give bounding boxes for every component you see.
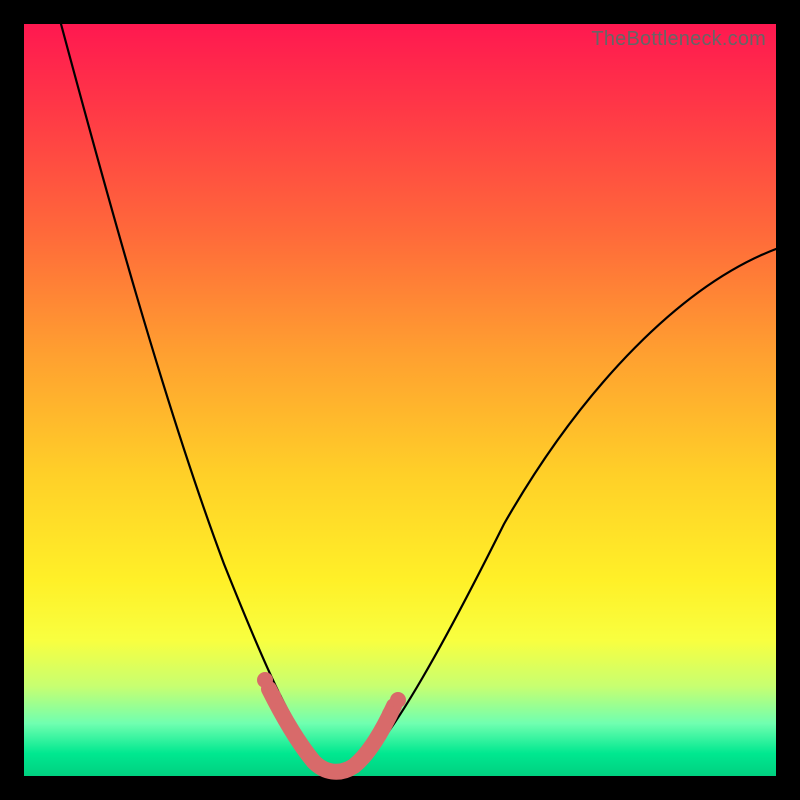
outer-frame: TheBottleneck.com <box>0 0 800 800</box>
bottleneck-curve-line <box>61 24 776 772</box>
marker-dot-icon <box>265 688 281 704</box>
optimum-marker-stroke <box>269 689 394 772</box>
marker-dot-icon <box>257 672 273 688</box>
chart-svg <box>24 24 776 776</box>
marker-dot-icon <box>390 692 406 708</box>
plot-area: TheBottleneck.com <box>24 24 776 776</box>
marker-dot-icon <box>382 706 398 722</box>
